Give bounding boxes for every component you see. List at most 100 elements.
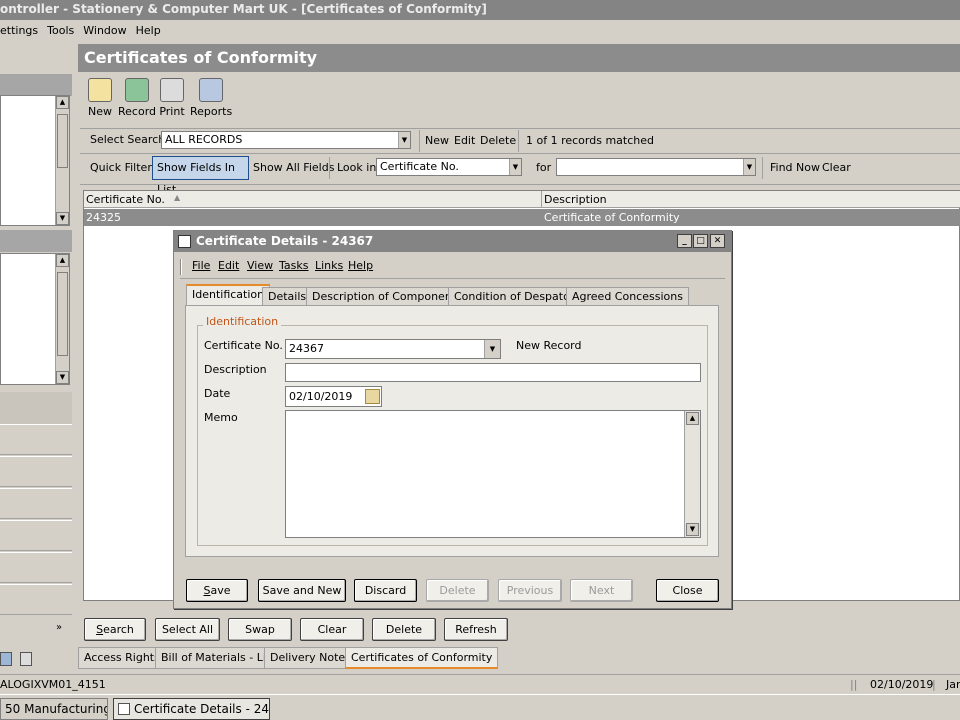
select-all-button[interactable]: Select All [155,618,220,641]
left-nav-button[interactable] [0,520,72,551]
swap-button[interactable]: Swap [228,618,292,641]
taskbar-item-certificate-details[interactable]: Certificate Details - 24367 [113,698,270,720]
left-pane-header [0,74,72,96]
document-edit-icon [178,235,191,248]
left-nav-section[interactable] [0,392,72,424]
minimize-icon[interactable]: _ [677,234,692,248]
tab-details[interactable]: Details [262,287,313,307]
description-field[interactable] [285,363,701,382]
chevron-down-icon[interactable]: ▼ [743,159,755,175]
maximize-icon[interactable]: □ [693,234,708,248]
cell-certificate-no: 24325 [86,211,121,224]
taskbar-item-manufacturing[interactable]: 50 Manufacturing ... [0,698,108,720]
table-row[interactable]: 24325 Certificate of Conformity [84,209,960,226]
new-link[interactable]: New [425,134,449,147]
column-header-certificate-no[interactable]: Certificate No. [86,193,165,206]
left-nav-button[interactable] [0,488,72,519]
expand-chevron-icon[interactable]: » [56,622,62,633]
scroll-down-icon[interactable]: ▼ [56,371,69,384]
find-now-button[interactable]: Find Now [770,161,820,174]
dialog-menu-view[interactable]: View [247,259,273,272]
look-in-dropdown[interactable]: Certificate No. ▼ [376,158,522,176]
show-all-fields-button[interactable]: Show All Fields [253,161,334,174]
tab-agreed-concessions[interactable]: Agreed Concessions [566,287,689,307]
memo-scrollbar[interactable]: ▲ ▼ [684,411,700,537]
previous-button[interactable]: Previous [498,579,562,602]
clear-button[interactable]: Clear [300,618,364,641]
dialog-menu-help[interactable]: Help [348,259,373,272]
edit-link[interactable]: Edit [454,134,475,147]
menu-window[interactable]: Window [83,24,126,37]
dialog-menu-tasks[interactable]: Tasks [279,259,308,272]
divider [80,128,960,129]
scroll-thumb[interactable] [57,272,68,356]
close-icon[interactable]: ✕ [710,234,725,248]
tab-access-rights[interactable]: Access Rights [78,647,166,669]
show-fields-in-list-toggle[interactable]: Show Fields In List [152,156,249,196]
dialog-menu-links[interactable]: Links [315,259,343,272]
dialog-title-bar[interactable]: Certificate Details - 24367 _ □ ✕ [174,231,731,252]
tray-icon[interactable] [0,652,12,666]
menu-help[interactable]: Help [136,24,161,37]
memo-label: Memo [204,411,238,424]
tab-condition-of-despatch[interactable]: Condition of Despatch [448,287,583,307]
for-input[interactable]: ▼ [556,158,756,176]
certificate-no-dropdown[interactable]: 24367 ▼ [285,339,501,359]
new-icon [88,78,112,102]
record-button[interactable]: Record [118,78,156,118]
grid-header [84,191,960,208]
search-button[interactable]: Search [84,618,146,641]
date-field[interactable]: 02/10/2019 [285,386,382,407]
cell-description: Certificate of Conformity [544,211,680,224]
scroll-up-icon[interactable]: ▲ [56,96,69,109]
menu-settings[interactable]: ettings [0,24,38,37]
app-menu-bar: ettings Tools Window Help [0,20,960,42]
tab-bill-of-materials[interactable]: Bill of Materials - List [155,647,282,669]
column-divider [541,191,542,208]
reports-button[interactable]: Reports [190,78,232,118]
delete-link[interactable]: Delete [480,134,516,147]
menu-tools[interactable]: Tools [47,24,74,37]
scroll-up-icon[interactable]: ▲ [686,412,699,425]
printer-icon [160,78,184,102]
save-button[interactable]: Save [186,579,248,602]
status-extra: Jar [946,678,960,691]
scroll-up-icon[interactable]: ▲ [56,254,69,267]
calendar-icon[interactable] [365,389,380,404]
left-nav-button[interactable] [0,552,72,583]
print-button[interactable]: Print [158,78,186,118]
scroll-thumb[interactable] [57,114,68,168]
divider [80,153,960,154]
chevron-down-icon[interactable]: ▼ [509,159,521,175]
dialog-menu-file[interactable]: File [192,259,210,272]
dialog-menu-edit[interactable]: Edit [218,259,239,272]
scroll-down-icon[interactable]: ▼ [56,212,69,225]
tab-description-of-components[interactable]: Description of Components [306,287,468,307]
refresh-button[interactable]: Refresh [444,618,508,641]
save-and-new-button[interactable]: Save and New [258,579,346,602]
close-button[interactable]: Close [656,579,719,602]
taskbar: 50 Manufacturing ... Certificate Details… [0,694,960,720]
tab-identification[interactable]: Identification [186,284,271,306]
left-nav-button[interactable] [0,456,72,487]
next-button[interactable]: Next [570,579,633,602]
left-nav-button[interactable] [0,424,72,455]
calculator-icon[interactable] [20,652,32,666]
new-button[interactable]: New [86,78,114,118]
column-header-description[interactable]: Description [544,193,607,206]
tab-certificates-of-conformity[interactable]: Certificates of Conformity [345,647,499,669]
left-tray [0,651,72,671]
discard-button[interactable]: Discard [354,579,417,602]
tab-delivery-notes[interactable]: Delivery Notes [264,647,357,669]
clear-filter-button[interactable]: Clear [822,161,851,174]
memo-textarea[interactable]: ▲ ▼ [285,410,701,538]
left-list-scrollbar-2[interactable]: ▲ ▼ [55,254,69,384]
delete-button[interactable]: Delete [372,618,436,641]
scroll-down-icon[interactable]: ▼ [686,523,699,536]
left-list-scrollbar[interactable]: ▲ ▼ [55,96,69,225]
chevron-down-icon[interactable]: ▼ [398,132,410,148]
chevron-down-icon[interactable]: ▼ [484,340,500,358]
delete-record-button[interactable]: Delete [426,579,489,602]
left-nav-button[interactable] [0,584,72,615]
select-search-dropdown[interactable]: ALL RECORDS ▼ [161,131,411,149]
